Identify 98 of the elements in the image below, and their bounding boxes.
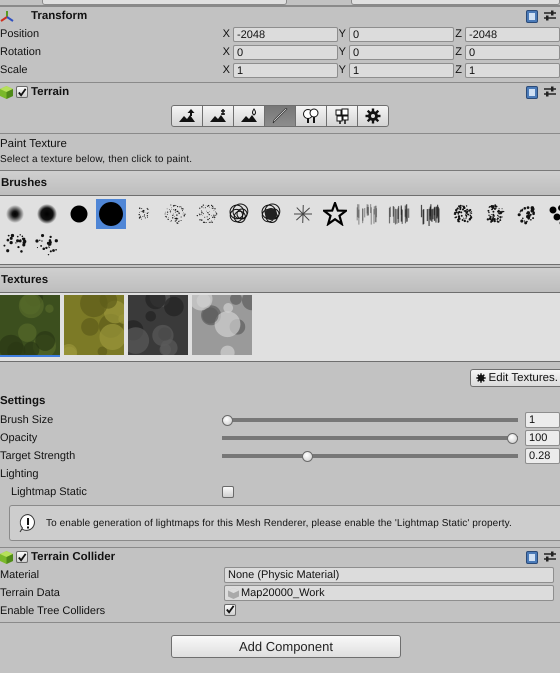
component-title: Terrain — [31, 86, 70, 98]
enable-checkbox[interactable] — [16, 551, 28, 563]
number-field[interactable]: 0 — [349, 44, 454, 60]
number-field[interactable]: 0 — [349, 26, 454, 42]
help-message: To enable generation of lightmaps for this Mesh Renderer, please enable the 'Lightmap Static' property. — [46, 518, 512, 528]
brush-icon — [163, 202, 187, 226]
field-label: Enable Tree Colliders — [0, 605, 106, 617]
axis-label: X — [222, 64, 230, 76]
field-label: Brush Size — [0, 414, 54, 426]
cube-icon — [0, 86, 13, 98]
number-field[interactable]: -2048 — [465, 26, 560, 42]
cube-icon — [0, 550, 13, 564]
settings-icon[interactable] — [544, 86, 556, 98]
terrain-icon — [208, 108, 226, 124]
axis-label: Z — [454, 28, 462, 40]
texture-tile[interactable] — [0, 295, 60, 357]
tool-hint: Select a texture below, then click to paint. — [0, 154, 194, 165]
number-field[interactable]: 100 — [525, 430, 560, 446]
number-field[interactable]: 0.28 — [525, 448, 560, 464]
tool-button[interactable] — [294, 105, 326, 127]
number-field[interactable]: 1 — [525, 412, 560, 428]
brush-icon — [35, 232, 59, 256]
tool-button[interactable] — [356, 105, 388, 127]
slider-thumb[interactable] — [507, 432, 518, 444]
texture-tile[interactable] — [64, 295, 124, 357]
gear-icon — [476, 373, 486, 383]
number-field[interactable]: 0 — [465, 44, 560, 60]
brush-icon — [355, 202, 379, 226]
brush-icon — [323, 202, 347, 226]
brush-icon — [270, 108, 288, 124]
field-label: Terrain Data — [0, 587, 61, 599]
slider-thumb[interactable] — [302, 450, 313, 462]
settings-icon[interactable] — [544, 551, 556, 563]
number-field[interactable]: 1 — [465, 62, 560, 78]
cube-icon — [228, 588, 239, 598]
info-icon — [18, 513, 38, 533]
section-title: Textures — [1, 274, 48, 286]
object-field[interactable]: None (Physic Material) — [224, 567, 554, 583]
axes-icon — [0, 10, 14, 22]
number-field[interactable]: -2048 — [233, 26, 338, 42]
terrain-icon — [178, 108, 196, 124]
axis-label: Y — [338, 46, 346, 58]
help-icon[interactable] — [526, 86, 538, 98]
texture-tile[interactable] — [128, 295, 188, 357]
plant-icon — [332, 108, 350, 124]
tool-button[interactable] — [202, 105, 234, 127]
number-field[interactable]: 0 — [233, 44, 338, 60]
brush-icon — [35, 202, 59, 226]
section-title: Settings — [0, 394, 46, 409]
tool-button[interactable] — [232, 105, 264, 127]
field-label: Material — [0, 569, 40, 581]
help-icon[interactable] — [526, 10, 538, 22]
help-icon[interactable] — [526, 550, 538, 564]
field-label: Rotation — [0, 46, 42, 58]
tool-button[interactable] — [264, 105, 296, 127]
brush-icon — [3, 202, 27, 226]
number-field[interactable]: 1 — [233, 62, 338, 78]
field-label: Lightmap Static — [11, 486, 88, 498]
tree-icon — [302, 108, 320, 124]
add-component-button[interactable]: Add Component — [171, 635, 401, 658]
asset-name: Map20000_Work — [241, 586, 325, 600]
field-label: Target Strength — [0, 450, 76, 462]
slider-thumb[interactable] — [222, 414, 233, 426]
component-title: Transform — [31, 10, 88, 22]
axis-label: X — [222, 28, 230, 40]
enable-checkbox[interactable] — [16, 86, 28, 98]
brush-item[interactable] — [320, 199, 350, 229]
axis-label: Y — [338, 28, 346, 40]
axis-label: Y — [338, 64, 346, 76]
field-label: Scale — [0, 64, 29, 76]
tag-dropdown[interactable] — [42, 0, 287, 5]
brush-icon — [291, 202, 315, 226]
field-label: Position — [0, 28, 40, 40]
section-title: Brushes — [1, 177, 48, 189]
edit-textures-button[interactable]: Edit Textures. — [470, 369, 560, 387]
brush-icon — [259, 202, 283, 226]
checkbox[interactable] — [224, 604, 236, 616]
gear-icon — [364, 108, 380, 124]
layer-dropdown[interactable] — [351, 0, 560, 5]
axis-label: Z — [454, 64, 462, 76]
tool-title: Paint Texture — [0, 138, 68, 150]
field-label: Lighting — [0, 468, 40, 480]
brush-icon — [387, 202, 411, 226]
object-field[interactable]: Map20000_Work — [224, 585, 554, 601]
component-title: Terrain Collider — [31, 551, 116, 563]
field-label: Opacity — [0, 432, 38, 444]
brush-icon — [195, 202, 219, 226]
brush-icon — [227, 202, 251, 226]
tool-button[interactable] — [170, 105, 202, 127]
brush-icon — [99, 202, 123, 226]
axis-label: X — [222, 46, 230, 58]
texture-tile[interactable] — [192, 295, 252, 357]
tool-button[interactable] — [326, 105, 358, 127]
checkbox[interactable] — [222, 486, 234, 498]
terrain-icon — [240, 108, 258, 124]
number-field[interactable]: 1 — [349, 62, 454, 78]
settings-icon[interactable] — [544, 10, 556, 22]
axis-label: Z — [454, 46, 462, 58]
